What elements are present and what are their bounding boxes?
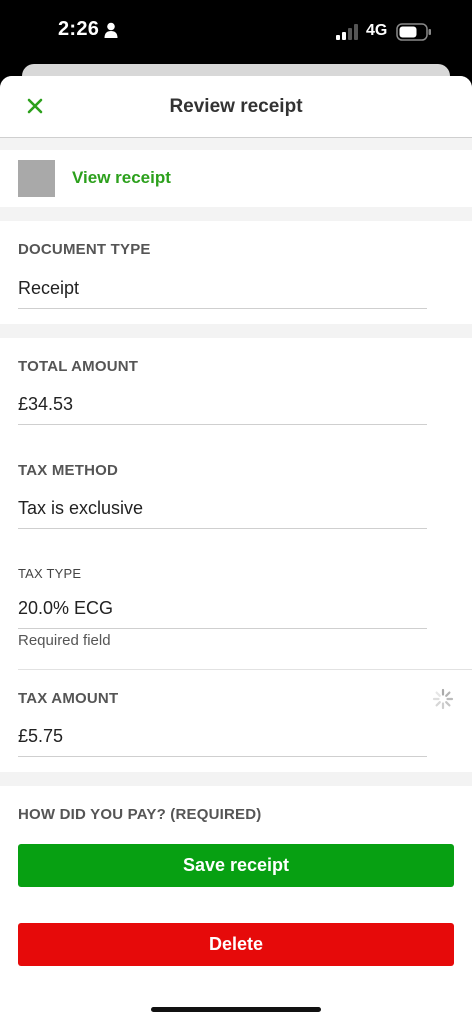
tax-method-field[interactable]: Tax is exclusive xyxy=(18,498,427,529)
amount-section: TOTAL AMOUNT £34.53 TAX METHOD Tax is ex… xyxy=(0,338,472,772)
document-type-field[interactable]: Receipt xyxy=(18,278,427,309)
tax-amount-field[interactable]: £5.75 xyxy=(18,726,427,757)
tax-type-field[interactable]: 20.0% ECG xyxy=(18,598,427,629)
battery-icon xyxy=(396,23,432,41)
view-receipt-link[interactable]: View receipt xyxy=(72,168,171,188)
tax-type-helper-text: Required field xyxy=(18,632,111,649)
receipt-preview-section: View receipt xyxy=(0,150,472,207)
receipt-thumbnail[interactable] xyxy=(18,160,55,197)
spinner-icon xyxy=(432,688,454,710)
total-amount-field[interactable]: £34.53 xyxy=(18,394,427,425)
save-receipt-button[interactable]: Save receipt xyxy=(18,844,454,887)
review-receipt-sheet: Review receipt View receipt DOCUMENT TYP… xyxy=(0,76,472,1023)
tax-amount-label: TAX AMOUNT xyxy=(18,690,119,707)
total-amount-label: TOTAL AMOUNT xyxy=(18,358,139,375)
signal-icon xyxy=(336,24,360,40)
person-icon xyxy=(104,22,118,38)
status-bar: 2:26 4G xyxy=(0,0,472,66)
delete-button[interactable]: Delete xyxy=(18,923,454,966)
page-title: Review receipt xyxy=(169,96,303,117)
tax-method-label: TAX METHOD xyxy=(18,462,119,479)
nav-bar: Review receipt xyxy=(0,76,472,138)
payment-section: HOW DID YOU PAY? (REQUIRED) Save receipt… xyxy=(0,786,472,1023)
payment-label: HOW DID YOU PAY? (REQUIRED) xyxy=(18,806,262,823)
document-type-label: DOCUMENT TYPE xyxy=(18,241,151,258)
status-time: 2:26 xyxy=(58,18,100,40)
network-label: 4G xyxy=(366,22,388,39)
divider xyxy=(18,669,472,670)
tax-type-label: TAX TYPE xyxy=(18,566,82,581)
home-indicator xyxy=(151,1007,321,1012)
document-type-section: DOCUMENT TYPE Receipt xyxy=(0,221,472,324)
